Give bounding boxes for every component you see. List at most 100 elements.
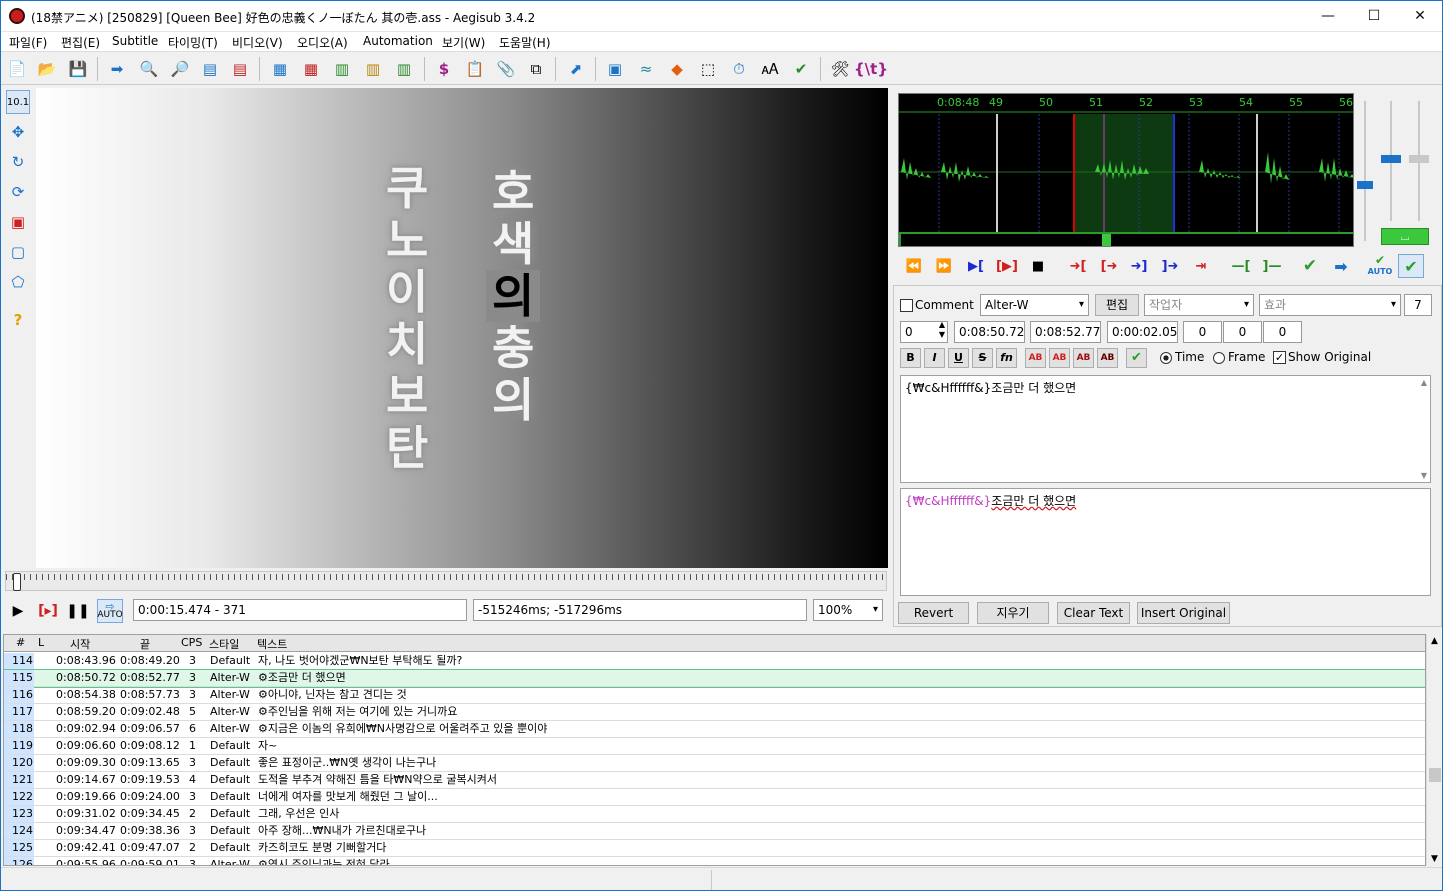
- col-header-cps[interactable]: CPS: [181, 636, 202, 649]
- fonts-collector-icon[interactable]: ▥: [393, 58, 415, 80]
- select-lines-icon[interactable]: ⬚: [697, 58, 719, 80]
- play-before-end-icon[interactable]: ➜]: [1126, 254, 1152, 278]
- video-position-field[interactable]: 0:00:15.474 - 371: [133, 599, 467, 621]
- effect-select[interactable]: 효과 ▾: [1259, 294, 1401, 316]
- seek-thumb[interactable]: [13, 573, 21, 591]
- menu-edit[interactable]: 편집(E): [61, 34, 100, 51]
- clip-tool-icon[interactable]: ▢: [6, 240, 30, 264]
- jump-to-icon[interactable]: ➡: [106, 58, 128, 80]
- translation-assistant-icon[interactable]: 🗚: [759, 58, 781, 80]
- standard-tool-icon[interactable]: 10.1: [6, 90, 30, 114]
- styles-assistant-icon[interactable]: ▥: [331, 58, 353, 80]
- notes-icon[interactable]: 📋: [464, 58, 486, 80]
- play-current-line-icon[interactable]: [▶]: [994, 254, 1020, 278]
- col-header-start[interactable]: 시작: [70, 636, 90, 652]
- menu-help[interactable]: 도움말(H): [499, 34, 551, 51]
- copy-icon[interactable]: ⧉: [525, 58, 547, 80]
- col-header-number[interactable]: #: [16, 636, 25, 649]
- table-row[interactable]: 123 0:09:31.02 0:09:34.45 2 Default 그래, 우선은 인…: [4, 806, 1425, 823]
- italic-button[interactable]: I: [924, 348, 945, 368]
- maximize-button[interactable]: ☐: [1351, 1, 1397, 31]
- primary-color-button[interactable]: AB: [1025, 348, 1046, 368]
- underline-button[interactable]: U: [948, 348, 969, 368]
- play-after-start-icon[interactable]: [➜: [1096, 254, 1122, 278]
- timing-postprocessor-icon[interactable]: ≈: [635, 58, 657, 80]
- table-row[interactable]: 121 0:09:14.67 0:09:19.53 4 Default 도적을 부추겨 약…: [4, 772, 1425, 789]
- auto-scroll-toggle[interactable]: ⇨ AUTO: [97, 599, 123, 623]
- attach-icon[interactable]: 📎: [495, 58, 517, 80]
- attachments-icon[interactable]: ▥: [362, 58, 384, 80]
- menu-timing[interactable]: 타이밍(T): [168, 34, 218, 51]
- next-line-icon[interactable]: ⏩: [931, 254, 957, 278]
- play-before-start-icon[interactable]: ➜[: [1065, 254, 1091, 278]
- automation-icon[interactable]: $: [433, 58, 455, 80]
- stop-audio-icon[interactable]: ■: [1025, 254, 1051, 278]
- insert-original-button[interactable]: Insert Original: [1137, 602, 1230, 624]
- auto-next-toggle[interactable]: ✔: [1398, 254, 1424, 278]
- play-icon[interactable]: ▶: [5, 599, 31, 623]
- table-row[interactable]: 126 0:09:55.96 0:09:59.01 3 Alter-W ⚙역시 주인님과는…: [4, 857, 1425, 865]
- table-row[interactable]: 122 0:09:19.66 0:09:24.00 3 Default 너에게 여자를 맛…: [4, 789, 1425, 806]
- play-to-end-icon[interactable]: ⇥: [1188, 254, 1214, 278]
- end-time-field[interactable]: 0:08:52.77: [1030, 321, 1101, 343]
- secondary-color-button[interactable]: AB: [1049, 348, 1070, 368]
- options-icon[interactable]: 🛠: [829, 58, 851, 80]
- play-after-end-icon[interactable]: ]➜: [1157, 254, 1183, 278]
- menu-video[interactable]: 비디오(V): [232, 34, 283, 51]
- show-original-checkbox[interactable]: ✓: [1273, 351, 1286, 364]
- table-row[interactable]: 117 0:08:59.20 0:09:02.48 5 Alter-W ⚙주인님을 위해 …: [4, 704, 1425, 721]
- original-text-box[interactable]: {₩c&Hffffff&}조금만 더 했으면 ▲ ▼: [900, 375, 1431, 483]
- revert-button[interactable]: Revert: [898, 602, 969, 624]
- play-line-icon[interactable]: [▸]: [35, 599, 61, 623]
- stop-icon[interactable]: ❚❚: [65, 599, 91, 623]
- save-file-icon[interactable]: 💾: [67, 58, 89, 80]
- lead-out-icon[interactable]: ]—: [1259, 254, 1285, 278]
- scroll-down-icon[interactable]: ▼: [1421, 471, 1427, 480]
- video-seek-bar[interactable]: [5, 571, 887, 591]
- properties-icon[interactable]: ▦: [269, 58, 291, 80]
- video-display[interactable]: 쿠 노 이 치 보 탄 호 색 의 충 의: [36, 88, 888, 568]
- table-row[interactable]: 118 0:09:02.94 0:09:06.57 6 Alter-W ⚙지금은 이놈의 …: [4, 721, 1425, 738]
- time-radio[interactable]: [1160, 352, 1172, 364]
- bold-button[interactable]: B: [900, 348, 921, 368]
- vector-clip-tool-icon[interactable]: ⬠: [6, 270, 30, 294]
- table-row[interactable]: 116 0:08:54.38 0:08:57.73 3 Alter-W ⚙아니야, 닌자는…: [4, 687, 1425, 704]
- prev-line-icon[interactable]: ⏪: [901, 254, 927, 278]
- clear-button[interactable]: 지우기: [977, 602, 1049, 624]
- shadow-color-button[interactable]: AB: [1097, 348, 1118, 368]
- close-button[interactable]: ✕: [1397, 1, 1442, 31]
- kanji-timer-icon[interactable]: ▣: [604, 58, 626, 80]
- spell-check-icon[interactable]: ✔: [790, 58, 812, 80]
- strikeout-button[interactable]: S: [972, 348, 993, 368]
- snap-video-end-icon[interactable]: ▤: [229, 58, 251, 80]
- col-header-text[interactable]: 텍스트: [257, 636, 287, 652]
- menu-audio[interactable]: 오디오(A): [297, 34, 348, 51]
- style-select[interactable]: Alter-W ▾: [980, 294, 1089, 316]
- video-offset-field[interactable]: -515246ms; -517296ms: [473, 599, 807, 621]
- frame-radio[interactable]: [1213, 352, 1225, 364]
- clear-text-button[interactable]: Clear Text: [1057, 602, 1130, 624]
- margin-right-field[interactable]: 0: [1223, 321, 1262, 343]
- shift-times-icon[interactable]: ⏱: [728, 58, 750, 80]
- new-file-icon[interactable]: 📄: [6, 58, 28, 80]
- grid-scrollbar[interactable]: ▲ ▼: [1426, 634, 1442, 866]
- col-header-end[interactable]: 끝: [140, 636, 150, 652]
- rotate-z-tool-icon[interactable]: ↻: [6, 150, 30, 174]
- timing-processor-icon[interactable]: ⬈: [565, 58, 587, 80]
- menu-automation[interactable]: Automation: [363, 34, 433, 48]
- table-row[interactable]: 114 0:08:43.96 0:08:49.20 3 Default 자, 나도 벗어야…: [4, 653, 1425, 670]
- audio-link-toggle[interactable]: ⌴: [1381, 228, 1429, 245]
- table-row[interactable]: 120 0:09:09.30 0:09:13.65 3 Default 좋은 표정이군..…: [4, 755, 1425, 772]
- audio-waveform-display[interactable]: 0:08:48 49 50 51 52 53 54 55 56: [898, 93, 1354, 247]
- drag-tool-icon[interactable]: ✥: [6, 120, 30, 144]
- audio-zoom-slider[interactable]: [1357, 101, 1373, 241]
- rotate-xy-tool-icon[interactable]: ⟳: [6, 180, 30, 204]
- outline-color-button[interactable]: AB: [1073, 348, 1094, 368]
- play-selection-icon[interactable]: ▶[: [963, 254, 989, 278]
- snap-video-start-icon[interactable]: ▤: [199, 58, 221, 80]
- table-row[interactable]: 119 0:09:06.60 0:09:08.12 1 Default 자~: [4, 738, 1425, 755]
- scroll-down-icon[interactable]: ▼: [1431, 854, 1438, 864]
- toggle-tags-icon[interactable]: {\t}: [854, 58, 888, 80]
- minimize-button[interactable]: —: [1305, 1, 1351, 31]
- table-row[interactable]: 115 0:08:50.72 0:08:52.77 3 Alter-W ⚙조금만 더 했으…: [4, 669, 1425, 688]
